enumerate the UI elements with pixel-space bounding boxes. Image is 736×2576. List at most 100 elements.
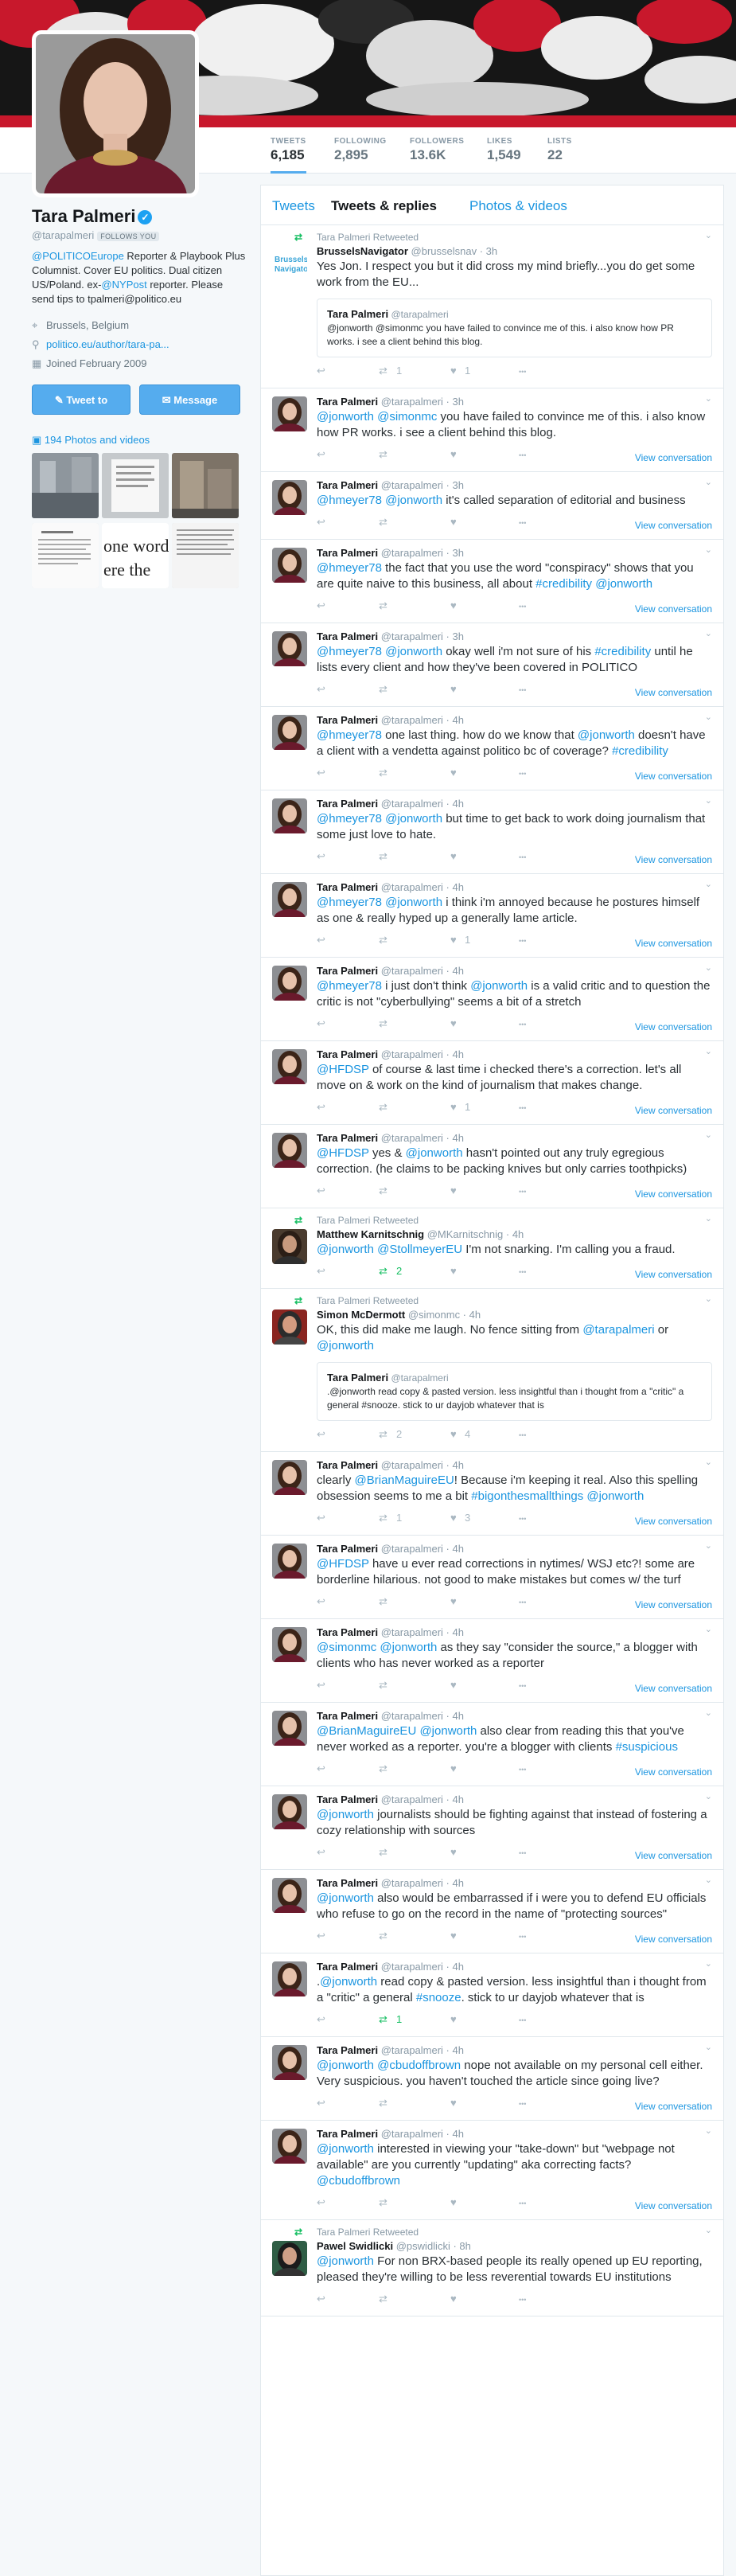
reply-icon[interactable]: ↩	[317, 1265, 325, 1278]
profile-url[interactable]: politico.eu/author/tara-pa...	[46, 338, 169, 350]
retweet-icon[interactable]: ⇄	[379, 2293, 387, 2305]
caret-down-icon[interactable]: ⌄	[705, 2125, 712, 2136]
mention-link[interactable]: @hmeyer78	[317, 494, 382, 507]
reply-icon[interactable]: ↩	[317, 1428, 325, 1441]
mention-link[interactable]: @jonworth	[317, 410, 374, 423]
hashtag-link[interactable]: #snooze	[416, 1991, 461, 2004]
mention-link[interactable]: @jonworth	[385, 645, 442, 658]
reply-icon[interactable]: ↩	[317, 934, 325, 946]
tweet-author-name[interactable]: Tara Palmeri	[317, 1459, 378, 1471]
like-icon[interactable]: ♥	[450, 1512, 457, 1524]
mention-link[interactable]: @jonworth	[380, 1641, 437, 1654]
like-icon[interactable]: ♥	[450, 1762, 457, 1774]
reply-icon[interactable]: ↩	[317, 1017, 325, 1030]
caret-down-icon[interactable]: ⌄	[705, 2042, 712, 2052]
more-icon[interactable]: •••	[519, 1933, 526, 1941]
reply-icon[interactable]: ↩	[317, 1762, 325, 1775]
stat-lists[interactable]: LISTS 22	[547, 137, 572, 174]
quoted-tweet[interactable]: Tara Palmeri @tarapalmeri @jonworth @simo…	[317, 299, 712, 357]
like-icon[interactable]: ♥	[450, 767, 457, 779]
tweet-avatar[interactable]	[272, 1460, 307, 1495]
retweet-icon[interactable]: ⇄	[379, 1101, 387, 1114]
reply-icon[interactable]: ↩	[317, 365, 325, 377]
mention-link[interactable]: @cbudoffbrown	[317, 2174, 400, 2188]
tweet-avatar[interactable]	[272, 966, 307, 1001]
caret-down-icon[interactable]: ⌄	[705, 879, 712, 889]
mention-link[interactable]: @hmeyer78	[317, 561, 382, 575]
tweet-avatar[interactable]	[272, 2129, 307, 2164]
tweet-item[interactable]: Tara Palmeri @tarapalmeri · 4h ⌄ @jonworth…	[261, 2037, 723, 2121]
reply-icon[interactable]: ↩	[317, 516, 325, 529]
tweet-avatar[interactable]	[272, 1711, 307, 1746]
caret-down-icon[interactable]: ⌄	[705, 1791, 712, 1801]
tweet-avatar[interactable]	[272, 2045, 307, 2080]
caret-down-icon[interactable]: ⌄	[705, 628, 712, 638]
tweet-author-name[interactable]: Tara Palmeri	[317, 1543, 378, 1555]
tweet-item[interactable]: Tara Palmeri @tarapalmeri · 4h ⌄ @HFDSP ha…	[261, 1536, 723, 1619]
tweet-item[interactable]: Tara Palmeri @tarapalmeri · 4h ⌄ @jonworth…	[261, 1786, 723, 1870]
reply-icon[interactable]: ↩	[317, 767, 325, 779]
tweet-item[interactable]: Tara Palmeri @tarapalmeri · 3h ⌄ @jonworth…	[261, 388, 723, 472]
tweet-avatar[interactable]	[272, 715, 307, 750]
tweet-item[interactable]: Tara Palmeri @tarapalmeri · 4h ⌄ @simonmc …	[261, 1619, 723, 1703]
reply-icon[interactable]: ↩	[317, 599, 325, 612]
more-icon[interactable]: •••	[519, 1021, 526, 1028]
more-icon[interactable]: •••	[519, 1682, 526, 1690]
view-conversation-link[interactable]: View conversation	[635, 1105, 712, 1116]
mention-link[interactable]: @HFDSP	[317, 1557, 369, 1571]
tweet-avatar[interactable]	[272, 1133, 307, 1168]
message-button[interactable]: ✉ Message	[139, 384, 240, 415]
caret-down-icon[interactable]: ⌄	[705, 393, 712, 404]
view-conversation-link[interactable]: View conversation	[635, 1850, 712, 1861]
mention-link[interactable]: @simonmc	[317, 1641, 376, 1654]
reply-icon[interactable]: ↩	[317, 1846, 325, 1859]
like-icon[interactable]: ♥	[450, 1185, 457, 1196]
more-icon[interactable]: •••	[519, 686, 526, 694]
tweet-author-name[interactable]: BrusselsNavigator	[317, 245, 408, 257]
view-conversation-link[interactable]: View conversation	[635, 603, 712, 615]
view-conversation-link[interactable]: View conversation	[635, 520, 712, 531]
mention-link[interactable]: @jonworth	[320, 1975, 377, 1989]
mention-link[interactable]: @tarapalmeri	[582, 1323, 654, 1337]
like-icon[interactable]: ♥	[450, 1101, 457, 1113]
reply-icon[interactable]: ↩	[317, 1185, 325, 1197]
retweet-icon[interactable]: ⇄	[379, 2097, 387, 2110]
mention-link[interactable]: @jonworth	[317, 1891, 374, 1905]
more-icon[interactable]: •••	[519, 368, 526, 376]
mention-link[interactable]: @jonworth	[317, 1808, 374, 1821]
tweet-item[interactable]: Tara Palmeri @tarapalmeri · 4h ⌄ .@jonwort…	[261, 1953, 723, 2037]
retweet-icon[interactable]: ⇄	[379, 1512, 387, 1524]
mention-link[interactable]: @simonmc	[377, 410, 437, 423]
profile-avatar[interactable]	[32, 30, 199, 197]
photo-thumb[interactable]	[32, 453, 99, 518]
tweet-author-name[interactable]: Tara Palmeri	[317, 965, 378, 977]
like-icon[interactable]: ♥	[450, 365, 457, 377]
hashtag-link[interactable]: #credibility	[535, 577, 592, 591]
like-icon[interactable]: ♥	[450, 2013, 457, 2025]
tweet-author-name[interactable]: Pawel Swidlicki	[317, 2240, 393, 2252]
tweet-item[interactable]: Tara Palmeri @tarapalmeri · 4h ⌄ clearly @…	[261, 1452, 723, 1536]
tweet-item[interactable]: Tara Palmeri @tarapalmeri · 3h ⌄ @hmeyer78…	[261, 623, 723, 707]
caret-down-icon[interactable]: ⌄	[705, 712, 712, 722]
retweet-icon[interactable]: ⇄	[379, 1265, 387, 1278]
bio-link[interactable]: @POLITICOEurope	[32, 250, 124, 262]
caret-down-icon[interactable]: ⌄	[705, 1958, 712, 1969]
like-icon[interactable]: ♥	[450, 1679, 457, 1691]
retweet-icon[interactable]: ⇄	[379, 599, 387, 612]
tweet-avatar[interactable]: BrusselsNavigator	[272, 246, 307, 281]
tweet-author-name[interactable]: Tara Palmeri	[317, 1961, 378, 1973]
mention-link[interactable]: @StollmeyerEU	[377, 1243, 462, 1256]
tweet-author-name[interactable]: Simon McDermott	[317, 1309, 405, 1321]
view-conversation-link[interactable]: View conversation	[635, 771, 712, 782]
photo-thumb[interactable]	[102, 453, 169, 518]
tweet-avatar[interactable]	[272, 1878, 307, 1913]
more-icon[interactable]: •••	[519, 937, 526, 945]
mention-link[interactable]: @HFDSP	[317, 1063, 369, 1076]
tweet-avatar[interactable]	[272, 1544, 307, 1579]
caret-down-icon[interactable]: ⌄	[705, 2225, 712, 2235]
tweet-avatar[interactable]	[272, 396, 307, 431]
hashtag-link[interactable]: #credibility	[612, 744, 668, 758]
like-icon[interactable]: ♥	[450, 2097, 457, 2109]
tweet-author-name[interactable]: Matthew Karnitschnig	[317, 1228, 424, 1240]
view-conversation-link[interactable]: View conversation	[635, 1021, 712, 1032]
